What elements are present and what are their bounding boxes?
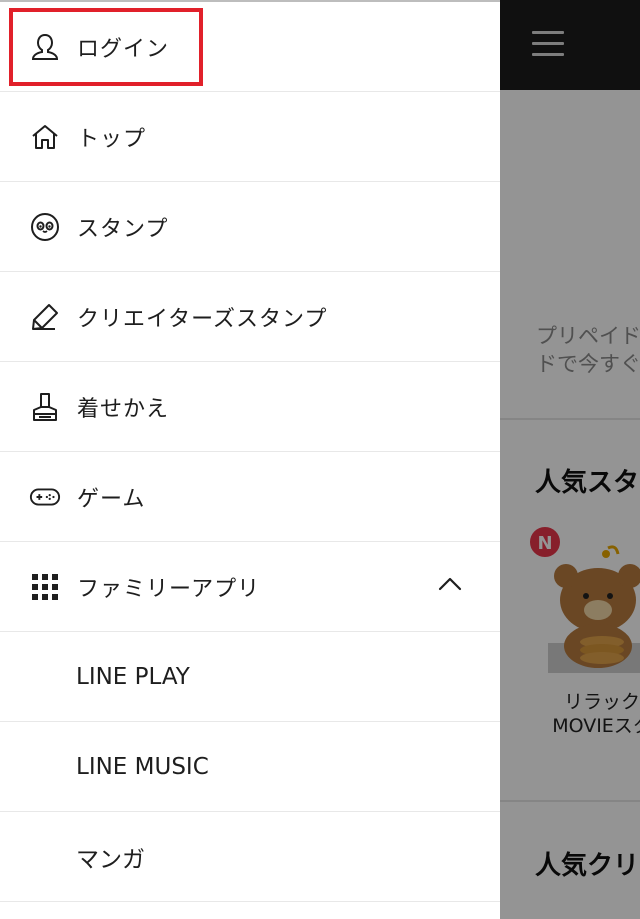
submenu-item-label: LINE PLAY xyxy=(76,663,190,690)
grid-icon xyxy=(29,571,61,603)
menu-item-label: トップ xyxy=(77,126,147,152)
submenu-item-line-music[interactable]: LINE MUSIC xyxy=(0,722,500,812)
menu-item-themes[interactable]: 着せかえ xyxy=(0,362,500,452)
face-icon xyxy=(29,211,61,243)
menu-item-label: 着せかえ xyxy=(77,396,170,422)
menu-item-label: ログイン xyxy=(77,36,170,62)
submenu-item-line-play[interactable]: LINE PLAY xyxy=(0,632,500,722)
home-icon xyxy=(29,121,61,153)
menu-item-top[interactable]: トップ xyxy=(0,92,500,182)
menu-item-stamps[interactable]: スタンプ xyxy=(0,182,500,272)
side-drawer: ログイン トップ スタンプ クリエイターズスタンプ 着せかえ ゲーム ファミリー… xyxy=(0,0,500,919)
submenu-item-label: LINE MUSIC xyxy=(76,753,209,780)
brush-icon xyxy=(29,391,61,423)
menu-item-creators-stamps[interactable]: クリエイターズスタンプ xyxy=(0,272,500,362)
menu-item-family-apps[interactable]: ファミリーアプリ xyxy=(0,542,500,632)
menu-item-label: ゲーム xyxy=(77,486,146,512)
pencil-icon xyxy=(29,301,61,333)
submenu-item-manga[interactable]: マンガ xyxy=(0,812,500,902)
chevron-up-icon[interactable] xyxy=(438,576,462,592)
gamepad-icon xyxy=(29,481,61,513)
menu-item-games[interactable]: ゲーム xyxy=(0,452,500,542)
menu-item-label: ファミリーアプリ xyxy=(77,576,261,602)
submenu-item-label: マンガ xyxy=(76,846,145,873)
menu-item-label: スタンプ xyxy=(77,216,169,242)
menu-item-label: クリエイターズスタンプ xyxy=(77,306,328,332)
menu-item-login[interactable]: ログイン xyxy=(0,2,500,92)
user-icon xyxy=(29,31,61,63)
